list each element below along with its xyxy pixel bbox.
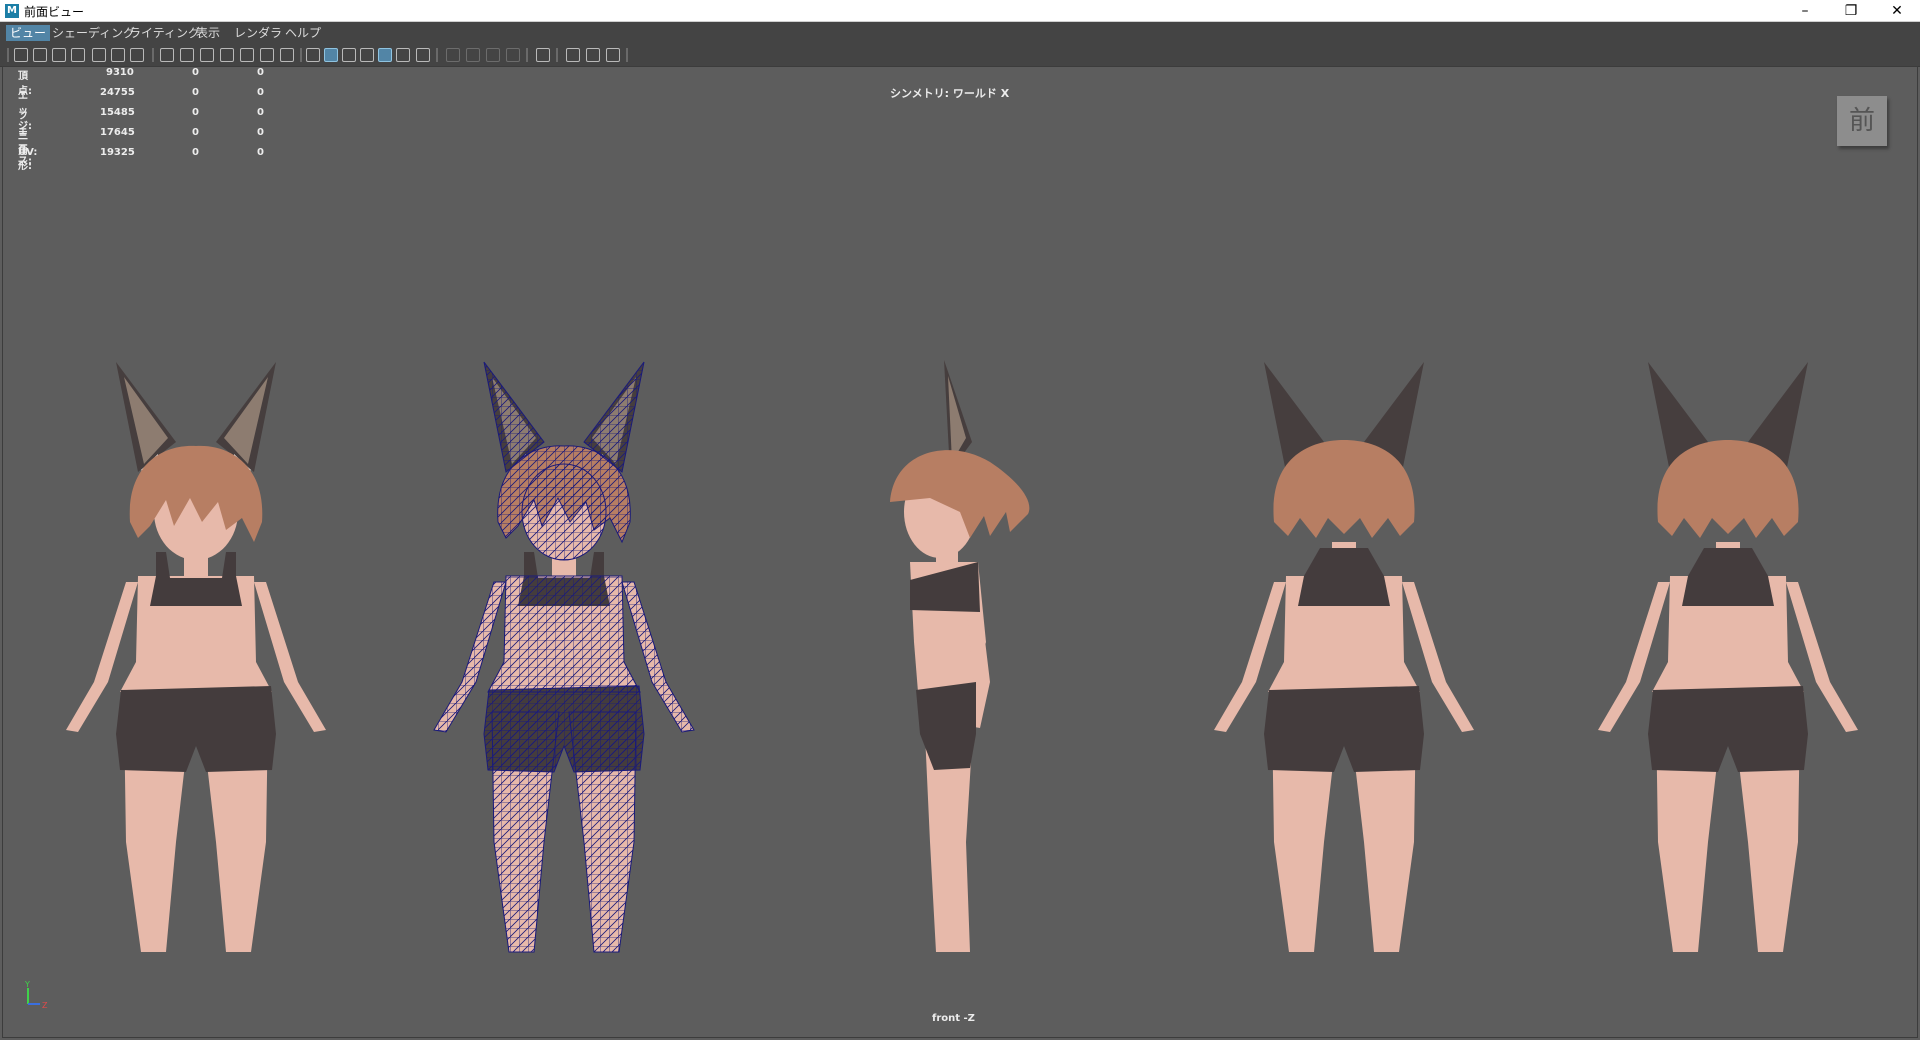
figure-back[interactable] xyxy=(1598,362,1858,952)
figure-side[interactable] xyxy=(890,360,1030,952)
figure-front-shaded[interactable] xyxy=(66,362,326,952)
figure-front-wireframe[interactable] xyxy=(433,361,695,953)
figure-back-quarter[interactable] xyxy=(1214,362,1474,952)
model-figures xyxy=(66,360,1858,953)
